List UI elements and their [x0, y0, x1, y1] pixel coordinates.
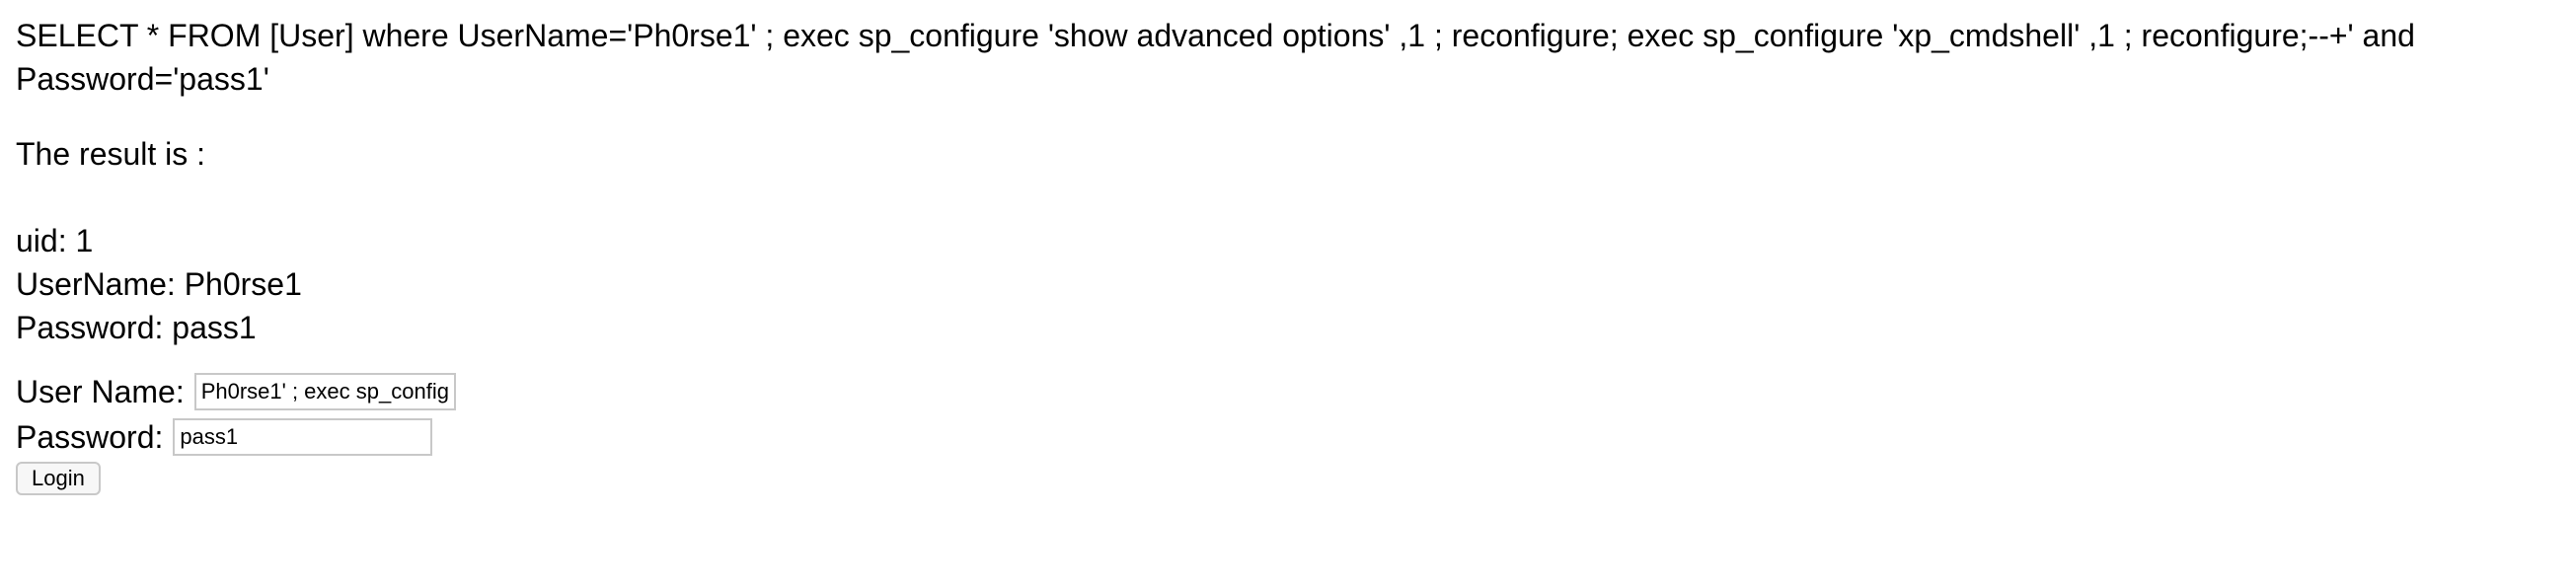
result-password: Password: pass1 — [16, 310, 257, 345]
password-input[interactable] — [173, 418, 433, 456]
result-heading: The result is : — [16, 136, 206, 172]
result-username: UserName: Ph0rse1 — [16, 266, 302, 302]
username-label: User Name: — [16, 374, 185, 409]
result-uid: uid: 1 — [16, 223, 94, 258]
sql-query-text: SELECT * FROM [User] where UserName='Ph0… — [16, 18, 2415, 97]
password-label: Password: — [16, 419, 164, 455]
result-block: uid: 1 UserName: Ph0rse1 Password: pass1 — [16, 219, 2560, 349]
login-button[interactable]: Login — [16, 462, 101, 495]
password-row: Password: — [16, 414, 2560, 460]
username-input[interactable] — [193, 373, 456, 410]
username-row: User Name: — [16, 369, 2560, 414]
login-form: User Name: Password: Login — [16, 369, 2560, 495]
page-content: SELECT * FROM [User] where UserName='Ph0… — [0, 0, 2576, 495]
